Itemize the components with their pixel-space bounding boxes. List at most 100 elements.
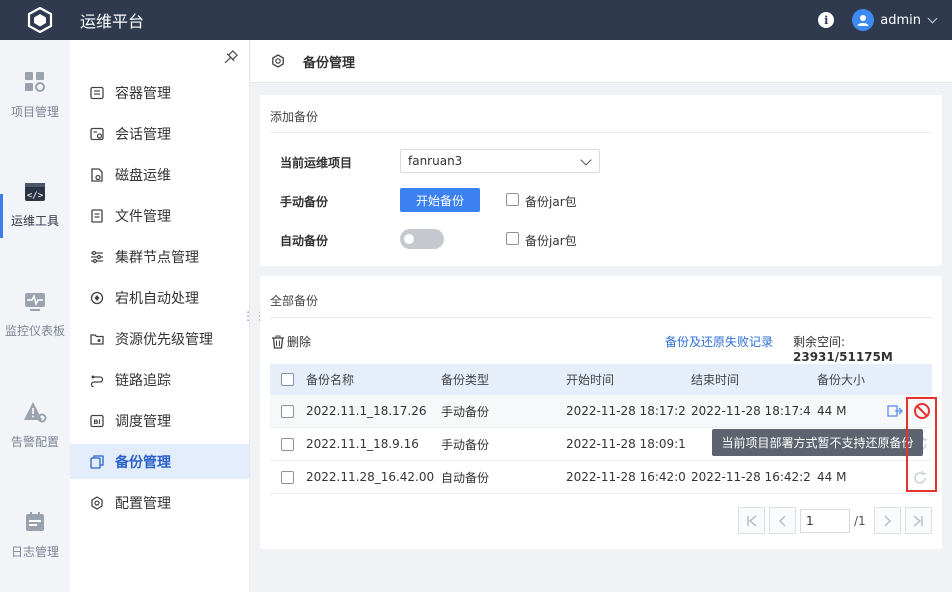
- trash-icon: [272, 335, 284, 349]
- failure-records-link[interactable]: 备份及还原失败记录: [665, 333, 773, 350]
- submenu-item-container[interactable]: 容器管理: [70, 75, 249, 110]
- submenu-item-backup[interactable]: 备份管理: [70, 444, 249, 479]
- row-checkbox[interactable]: [281, 405, 294, 418]
- nav-item-project[interactable]: 项目管理: [0, 40, 70, 150]
- card-title: 全部备份: [270, 294, 319, 308]
- submenu-item-label: 链路追踪: [115, 372, 171, 389]
- primary-sidebar: 项目管理 </> 运维工具 监控仪表板 告警配置 日志管理: [0, 40, 70, 592]
- submenu-item-label: 集群节点管理: [115, 249, 199, 266]
- prev-page-button[interactable]: [769, 507, 796, 534]
- backup-name: 2022.11.28_16.42.00...: [306, 470, 434, 484]
- submenu-item-resource-priority[interactable]: 资源优先级管理: [70, 321, 249, 356]
- calendar-log-icon: [26, 511, 44, 531]
- divider: [270, 317, 932, 318]
- page-number-input[interactable]: [800, 508, 850, 533]
- submenu-item-label: 文件管理: [115, 208, 171, 225]
- forbidden-icon[interactable]: [913, 402, 931, 420]
- trace-link-icon: [90, 375, 104, 387]
- user-avatar-icon[interactable]: [852, 9, 875, 31]
- submenu-item-file[interactable]: 文件管理: [70, 198, 249, 233]
- submenu-item-label: 资源优先级管理: [115, 331, 213, 348]
- submenu-item-auto-recover[interactable]: 宕机自动处理: [70, 280, 249, 315]
- all-backups-card: 全部备份 删除 备份及还原失败记录 剩余空间: 23931/51175M 备份名…: [260, 276, 942, 549]
- chevron-right-icon: [884, 514, 892, 527]
- next-page-button[interactable]: [873, 507, 901, 534]
- auto-jar-checkbox[interactable]: [506, 232, 519, 245]
- last-page-button[interactable]: [904, 507, 932, 534]
- svg-text:BI: BI: [93, 418, 100, 426]
- backup-end: 2022-11-28 18:17:46: [691, 404, 811, 418]
- username[interactable]: admin: [880, 13, 921, 28]
- pin-icon[interactable]: [222, 50, 240, 68]
- backup-type: 自动备份: [441, 470, 490, 485]
- add-backup-card: 添加备份 当前运维项目 fanruan3 手动备份 开始备份 备份jar包 自动…: [260, 95, 942, 266]
- code-window-icon: </>: [25, 182, 45, 201]
- info-icon[interactable]: i: [818, 12, 835, 28]
- submenu-item-config[interactable]: 配置管理: [70, 485, 249, 520]
- backup-size: 44 M: [817, 404, 847, 418]
- nav-item-alert[interactable]: 告警配置: [0, 370, 70, 480]
- sliders-icon: [91, 250, 103, 263]
- start-backup-button[interactable]: 开始备份: [400, 188, 480, 212]
- nav-item-label: 告警配置: [10, 434, 59, 449]
- manual-jar-checkbox[interactable]: [506, 193, 519, 206]
- first-page-icon: [746, 514, 756, 527]
- dashboard-grid-icon: [25, 71, 45, 92]
- restore-unsupported-tooltip: 当前项目部署方式暂不支持还原备份: [712, 429, 923, 456]
- submenu-item-cluster[interactable]: 集群节点管理: [70, 239, 249, 274]
- backup-start: 2022-11-28 18:17:27: [566, 404, 686, 418]
- remaining-space: 剩余空间: 23931/51175M: [793, 333, 942, 364]
- auto-jar-label: 备份jar包: [525, 234, 577, 248]
- column-header-type[interactable]: 备份类型: [441, 364, 551, 395]
- select-all-checkbox[interactable]: [281, 373, 294, 386]
- backup-start: 2022-11-28 16:42:00: [566, 470, 686, 484]
- auto-backup-toggle[interactable]: [400, 229, 444, 249]
- manual-jar-label: 备份jar包: [525, 195, 577, 209]
- backup-name: 2022.11.1_18.9.16: [306, 437, 419, 451]
- chevron-down-icon: [580, 154, 592, 166]
- nav-item-monitor[interactable]: 监控仪表板: [0, 260, 70, 370]
- backup-start: 2022-11-28 18:09:17: [566, 437, 686, 451]
- column-header-start[interactable]: 开始时间: [566, 364, 686, 395]
- submenu-item-label: 容器管理: [115, 85, 171, 102]
- chevron-down-icon[interactable]: [927, 13, 938, 23]
- secondary-sidebar: 容器管理 会话管理 磁盘运维 文件管理 集群节点管理 宕机自动处理 资源优先级管…: [70, 40, 250, 592]
- row-checkbox[interactable]: [281, 438, 294, 451]
- monitor-pulse-icon: [25, 292, 45, 311]
- sidebar-resize-handle[interactable]: ⋮⋮: [242, 307, 266, 325]
- nav-item-label: 监控仪表板: [4, 323, 65, 338]
- config-gear-icon: [91, 495, 103, 510]
- remaining-space-value: 23931/51175M: [793, 350, 893, 364]
- divider: [270, 132, 932, 133]
- auto-backup-label: 自动备份: [280, 234, 329, 248]
- disk-icon: [91, 167, 103, 182]
- gear-icon: [272, 54, 284, 68]
- project-select[interactable]: fanruan3: [400, 149, 600, 173]
- column-header-name[interactable]: 备份名称: [306, 364, 434, 395]
- table-row[interactable]: 2022.11.1_18.17.26 手动备份 2022-11-28 18:17…: [270, 395, 932, 428]
- table-row[interactable]: 2022.11.28_16.42.00... 自动备份 2022-11-28 1…: [270, 461, 932, 494]
- submenu-item-disk[interactable]: 磁盘运维: [70, 157, 249, 192]
- refresh-icon[interactable]: [912, 470, 928, 486]
- first-page-button[interactable]: [738, 507, 765, 534]
- backup-type: 手动备份: [441, 437, 490, 452]
- submenu-item-schedule[interactable]: BI 调度管理: [70, 403, 249, 438]
- delete-button[interactable]: 删除: [271, 333, 311, 350]
- last-page-icon: [913, 514, 923, 527]
- row-checkbox[interactable]: [281, 471, 294, 484]
- logo-icon: [26, 6, 54, 34]
- backup-size: 44 M: [817, 470, 847, 484]
- submenu-item-label: 会话管理: [115, 126, 171, 143]
- nav-item-label: 运维工具: [10, 213, 59, 228]
- restore-icon[interactable]: [887, 403, 905, 419]
- column-header-size[interactable]: 备份大小: [817, 364, 877, 395]
- nav-item-logs[interactable]: 日志管理: [0, 480, 70, 590]
- folder-priority-icon: [90, 333, 104, 345]
- backup-end: 2022-11-28 16:42:20: [691, 470, 811, 484]
- submenu-item-trace[interactable]: 链路追踪: [70, 362, 249, 397]
- submenu-item-label: 磁盘运维: [115, 167, 171, 184]
- submenu-item-session[interactable]: 会话管理: [70, 116, 249, 151]
- column-header-end[interactable]: 结束时间: [691, 364, 811, 395]
- delete-label: 删除: [287, 335, 312, 349]
- nav-item-ops-tools[interactable]: </> 运维工具: [0, 150, 70, 260]
